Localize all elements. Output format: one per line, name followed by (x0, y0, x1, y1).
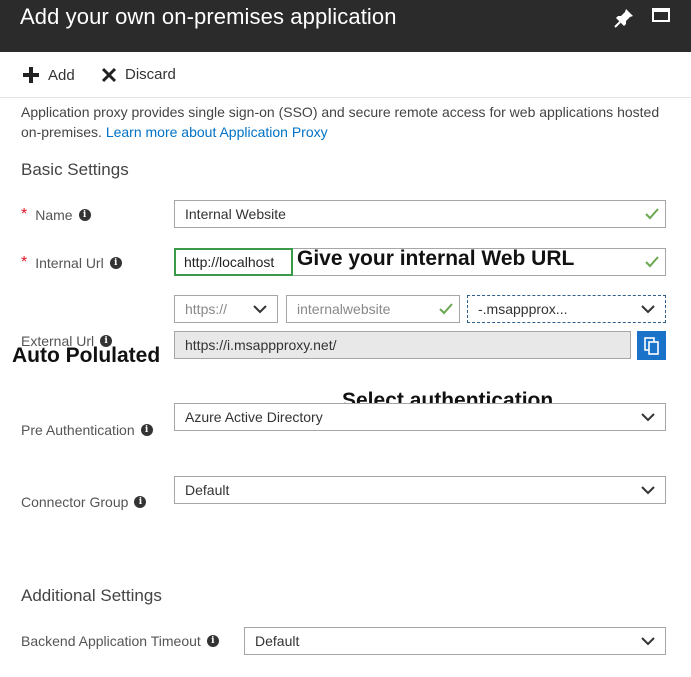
copy-icon (643, 336, 659, 355)
maximize-icon[interactable] (652, 8, 670, 22)
domain-value: -.msappprox... (478, 301, 568, 317)
chevron-down-icon (253, 305, 267, 314)
internal-url-label: * Internal Url i (21, 254, 122, 272)
basic-settings-heading: Basic Settings (21, 160, 129, 179)
discard-button[interactable]: Discard (101, 66, 176, 83)
info-icon[interactable]: i (140, 424, 153, 436)
domain-dropdown[interactable]: -.msappprox... (467, 295, 666, 323)
additional-settings-heading: Additional Settings (21, 586, 162, 605)
add-button-label: Add (48, 66, 75, 84)
plus-icon (23, 67, 39, 83)
backend-timeout-label: Backend Application Timeout i (21, 633, 219, 649)
info-icon[interactable]: i (78, 209, 91, 221)
connector-group-label-text: Connector Group (21, 494, 129, 510)
name-input-value: Internal Website (185, 206, 286, 222)
backend-timeout-dropdown[interactable]: Default (244, 627, 666, 655)
pre-auth-label: Pre Authentication i (21, 422, 153, 438)
check-icon (645, 256, 659, 268)
chevron-down-icon (641, 486, 655, 495)
name-label: * Name i (21, 206, 91, 224)
chevron-down-icon (641, 413, 655, 422)
page-title: Add your own on-premises application (20, 4, 397, 29)
internal-url-label-text: Internal Url (35, 255, 104, 271)
check-icon (645, 208, 659, 220)
name-input[interactable]: Internal Website (174, 200, 666, 228)
add-button[interactable]: Add (22, 66, 75, 84)
learn-more-link[interactable]: Learn more about Application Proxy (106, 124, 328, 140)
chevron-down-icon (641, 637, 655, 646)
auto-populated-annotation: Auto Polulated (12, 344, 161, 367)
info-icon[interactable]: i (109, 257, 122, 269)
pin-icon[interactable] (612, 6, 636, 30)
external-url-field: https://i.msappproxy.net/ (174, 331, 631, 359)
title-bar: Add your own on-premises application (0, 0, 691, 52)
internal-url-highlight: http://localhost (174, 248, 293, 276)
connector-group-dropdown[interactable]: Default (174, 476, 666, 504)
subdomain-input[interactable]: internalwebsite (286, 295, 460, 323)
scheme-dropdown[interactable]: https:// (174, 295, 278, 323)
copy-button[interactable] (637, 331, 666, 360)
subdomain-value: internalwebsite (297, 301, 391, 317)
backend-timeout-label-text: Backend Application Timeout (21, 633, 201, 649)
info-icon[interactable]: i (206, 635, 219, 647)
discard-button-label: Discard (125, 66, 176, 83)
name-label-text: Name (35, 207, 73, 223)
required-marker: * (21, 206, 28, 223)
pre-auth-label-text: Pre Authentication (21, 422, 135, 438)
required-marker: * (21, 254, 28, 271)
info-icon[interactable]: i (134, 496, 147, 508)
internal-url-annotation: Give your internal Web URL (297, 247, 575, 270)
command-toolbar: Add Discard (0, 52, 691, 98)
chevron-down-icon (641, 305, 655, 314)
external-url-value: https://i.msappproxy.net/ (185, 337, 337, 353)
pre-auth-value: Azure Active Directory (185, 409, 323, 425)
check-icon (439, 303, 453, 315)
description: Application proxy provides single sign-o… (21, 102, 671, 142)
connector-group-value: Default (185, 482, 230, 498)
pre-auth-dropdown[interactable]: Azure Active Directory (174, 403, 666, 431)
backend-timeout-value: Default (255, 633, 300, 649)
close-icon (101, 67, 117, 82)
scheme-value: https:// (185, 301, 228, 317)
connector-group-label: Connector Group i (21, 494, 147, 510)
